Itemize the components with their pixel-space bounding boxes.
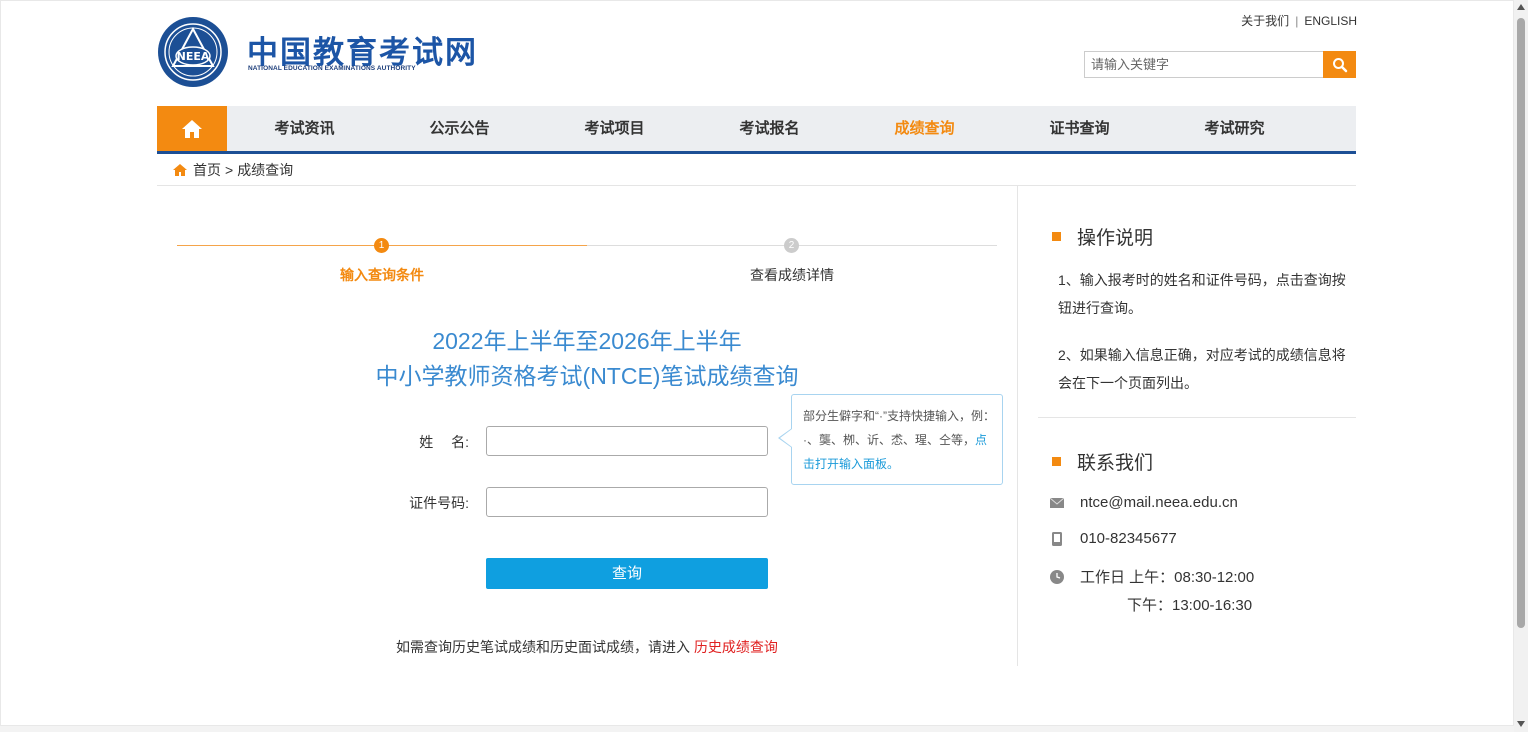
nav-item-certificate-query[interactable]: 证书查询: [1002, 106, 1157, 151]
emblem-text: NEEA: [177, 50, 210, 63]
instruction-item-2: 2、如果输入信息正确，对应考试的成绩信息将会在下一个页面列出。: [1058, 347, 1346, 391]
query-button[interactable]: 查询: [486, 558, 768, 589]
home-icon: [182, 119, 202, 138]
nav-item-announcements[interactable]: 公示公告: [382, 106, 537, 151]
instruction-item-1: 1、输入报考时的姓名和证件号码，点击查询按钮进行查询。: [1058, 272, 1346, 316]
bottom-strip: [0, 726, 1514, 732]
contact-hours-pm: 下午：13:00-16:30: [1127, 597, 1253, 614]
contact-email[interactable]: ntce@mail.neea.edu.cn: [1080, 494, 1238, 511]
scroll-up-arrow-icon[interactable]: [1517, 4, 1525, 10]
mail-icon: [1050, 496, 1064, 510]
contact-hours-am: 工作日 上午：08:30-12:00: [1080, 569, 1255, 586]
nav-home-button[interactable]: [157, 106, 227, 151]
scroll-down-arrow-icon[interactable]: [1517, 721, 1525, 727]
nav-item-exam-projects[interactable]: 考试项目: [537, 106, 692, 151]
breadcrumb-home-link[interactable]: 首页: [193, 160, 221, 180]
home-icon: [173, 163, 187, 176]
instructions-title: 操作说明: [1077, 228, 1154, 249]
step-2-label: 查看成绩详情: [750, 267, 834, 283]
step-2-marker: 2: [784, 238, 799, 253]
clock-icon: [1050, 569, 1064, 584]
breadcrumb-separator: >: [225, 161, 234, 178]
search-input[interactable]: [1084, 51, 1324, 78]
id-number-label: 证件号码:: [409, 495, 469, 511]
step-1-label: 输入查询条件: [340, 267, 424, 283]
breadcrumb-current: 成绩查询: [237, 161, 294, 178]
history-text: 如需查询历史笔试成绩和历史面试成绩，请进入: [396, 639, 691, 655]
step-1-marker: 1: [374, 238, 389, 253]
heading-bullet: [1052, 457, 1061, 466]
breadcrumb: 首页 > 成绩查询: [157, 154, 1356, 186]
about-link[interactable]: 关于我们: [1241, 14, 1289, 28]
history-score-link[interactable]: 历史成绩查询: [694, 639, 778, 655]
nav-item-exam-news[interactable]: 考试资讯: [227, 106, 382, 151]
contact-phone-row: 010-82345677: [1050, 530, 1177, 547]
top-links: 关于我们 | ENGLISH: [1241, 12, 1357, 29]
contact-hours-row: 工作日 上午：08:30-12:00: [1050, 566, 1254, 587]
history-query-note: 如需查询历史笔试成绩和历史面试成绩，请进入 历史成绩查询: [287, 637, 887, 657]
contact-phone: 010-82345677: [1080, 530, 1177, 547]
instructions-heading: 操作说明: [1052, 223, 1153, 250]
sidebar-divider: [1038, 417, 1356, 418]
id-number-input[interactable]: [486, 487, 768, 517]
query-title-line2: 中小学教师资格考试(NTCE)笔试成绩查询: [375, 363, 799, 389]
neea-logo-emblem[interactable]: NEEA: [157, 16, 229, 88]
query-title-line1: 2022年上半年至2026年上半年: [432, 328, 742, 354]
english-link[interactable]: ENGLISH: [1304, 14, 1357, 28]
name-input[interactable]: [486, 426, 768, 456]
contact-title: 联系我们: [1077, 453, 1154, 474]
site-logo-subtitle: NATIONAL EDUCATION EXAMINATIONS AUTHORIT…: [248, 65, 416, 72]
name-label: 姓 名:: [419, 434, 469, 450]
contact-email-row: ntce@mail.neea.edu.cn: [1050, 494, 1238, 511]
page: NEEA 中国教育考试网 NATIONAL EDUCATION EXAMINAT…: [0, 0, 1528, 732]
tip-text: 部分生僻字和“·”支持快捷输入，例：·、龑、栁、䜣、怸、瑆、仝等，: [803, 409, 989, 447]
search-icon: [1332, 57, 1347, 72]
main-nav: 考试资讯 公示公告 考试项目 考试报名 成绩查询 证书查询 考试研究: [157, 106, 1356, 154]
tip-arrow-inner: [780, 429, 792, 447]
nav-item-exam-research[interactable]: 考试研究: [1157, 106, 1312, 151]
rare-character-tip: 部分生僻字和“·”支持快捷输入，例：·、龑、栁、䜣、怸、瑆、仝等，点击打开输入面…: [791, 394, 1003, 485]
contact-heading: 联系我们: [1052, 448, 1153, 475]
column-divider: [1017, 186, 1018, 666]
phone-icon: [1050, 531, 1064, 546]
nav-item-score-query[interactable]: 成绩查询: [847, 106, 1002, 151]
link-separator: |: [1295, 14, 1299, 28]
vertical-scrollbar[interactable]: [1514, 0, 1528, 732]
scrollbar-thumb[interactable]: [1517, 18, 1525, 628]
nav-item-exam-registration[interactable]: 考试报名: [692, 106, 847, 151]
search-button[interactable]: [1323, 51, 1356, 78]
heading-bullet: [1052, 232, 1061, 241]
